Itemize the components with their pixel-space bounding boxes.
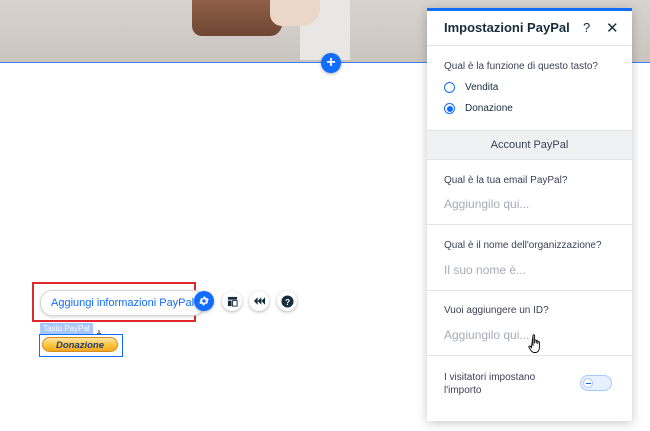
visitor-amount-label: I visitatori impostano l'importo <box>444 372 536 396</box>
radio-checked-icon[interactable] <box>444 103 455 114</box>
editor-canvas: + Aggiungi informazioni PayPal ? Tasto P… <box>0 0 650 431</box>
help-icon: ? <box>280 294 294 308</box>
radio-option-donazione[interactable]: Donazione <box>444 103 513 114</box>
organization-input[interactable]: Il suo nome è... <box>444 263 526 277</box>
add-paypal-info-button[interactable]: Aggiungi informazioni PayPal <box>40 290 206 316</box>
paypal-settings-panel: Impostazioni PayPal ? ✕ Qual è la funzio… <box>427 8 632 421</box>
panel-header: Impostazioni PayPal ? ✕ <box>427 11 632 46</box>
settings-button[interactable] <box>194 291 214 311</box>
help-button[interactable]: ? <box>277 291 297 311</box>
hand-cursor-icon <box>528 334 540 353</box>
account-section-header: Account PayPal <box>427 130 632 160</box>
divider <box>427 290 632 291</box>
organization-question: Qual è il nome dell'organizzazione? <box>444 240 602 251</box>
divider <box>427 355 632 356</box>
divider <box>427 224 632 225</box>
toggle-knob <box>583 378 593 388</box>
highlight-box: Aggiungi informazioni PayPal <box>32 282 206 322</box>
animation-button[interactable] <box>249 291 269 311</box>
svg-text:?: ? <box>284 296 289 306</box>
radio-label: Donazione <box>465 103 513 114</box>
animation-icon <box>253 297 265 305</box>
radio-unchecked-icon[interactable] <box>444 82 455 93</box>
close-icon: ✕ <box>606 20 619 37</box>
email-question: Qual è la tua email PayPal? <box>444 175 568 186</box>
plus-icon: + <box>326 54 336 71</box>
radio-option-vendita[interactable]: Vendita <box>444 82 498 93</box>
radio-label: Vendita <box>465 82 499 93</box>
visitor-amount-toggle[interactable] <box>580 375 612 391</box>
panel-close-button[interactable]: ✕ <box>606 19 619 37</box>
donate-button[interactable]: Donazione <box>42 337 118 352</box>
hero-bag <box>192 0 282 36</box>
hero-hand <box>270 0 320 26</box>
id-input[interactable]: Aggiungilo qui... <box>444 328 529 342</box>
email-input[interactable]: Aggiungilo qui... <box>444 197 529 211</box>
selected-paypal-element[interactable]: Donazione <box>39 334 123 357</box>
layout-icon <box>227 296 238 307</box>
panel-title: Impostazioni PayPal <box>444 20 570 35</box>
question-icon: ? <box>583 20 591 35</box>
add-section-button[interactable]: + <box>321 53 341 73</box>
id-question: Vuoi aggiungere un ID? <box>444 305 549 316</box>
account-section-title: Account PayPal <box>490 139 569 151</box>
function-question: Qual è la funzione di questo tasto? <box>444 61 598 72</box>
selection-label: Tasto PayPal <box>40 323 93 334</box>
gear-icon <box>199 296 209 306</box>
panel-help-button[interactable]: ? <box>583 20 590 35</box>
layout-button[interactable] <box>222 291 242 311</box>
